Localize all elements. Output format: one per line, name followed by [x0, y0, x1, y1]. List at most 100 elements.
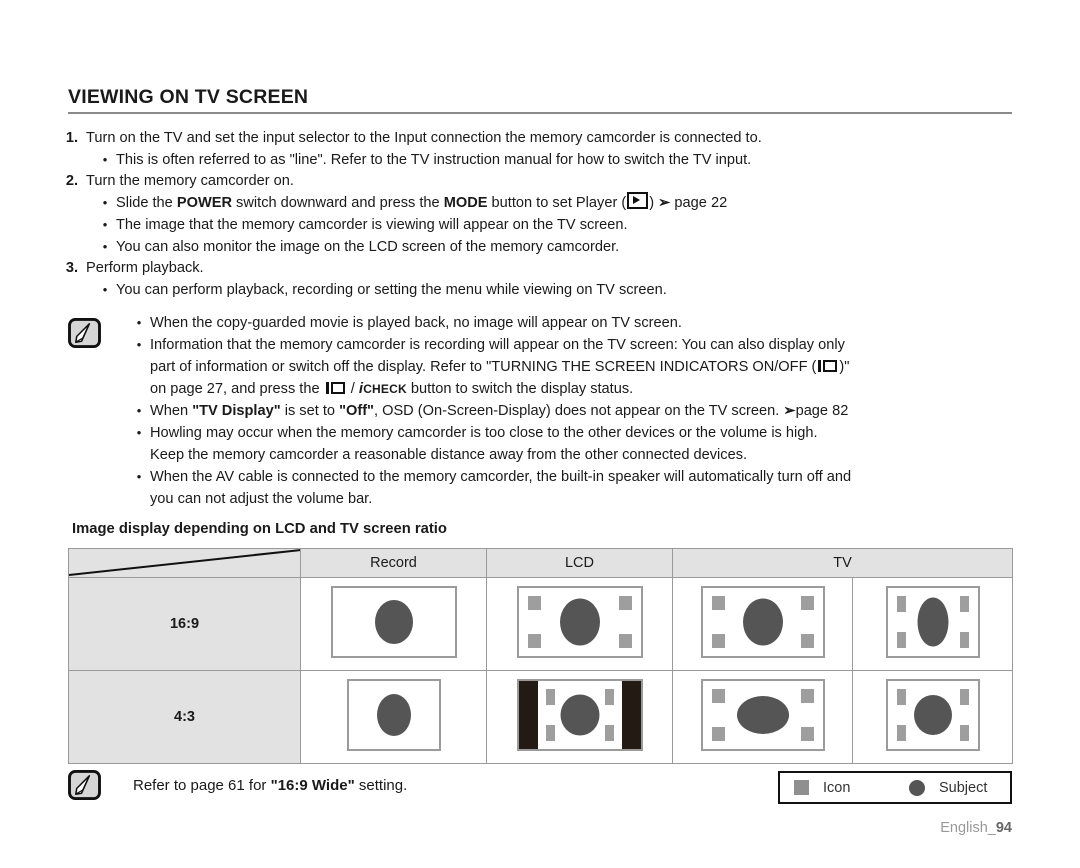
icon-marker: [800, 595, 814, 610]
icon-marker: [527, 633, 541, 648]
sub-text: This is often referred to as "line". Ref…: [116, 152, 752, 168]
note-text: When "TV Display" is set to "Off", OSD (…: [150, 400, 1020, 422]
note-text-part1: Information that the memory camcorder is…: [150, 337, 845, 353]
sub-item: • The image that the memory camcorder is…: [94, 214, 1020, 236]
row-label-16-9: 16:9: [68, 577, 301, 671]
note-text-line1: When the AV cable is connected to the me…: [150, 469, 852, 485]
page-reference: page 82: [795, 403, 849, 419]
icon-marker: [959, 688, 969, 705]
table-heading: Image display depending on LCD and TV sc…: [72, 521, 447, 537]
pillarbox-bar-left: [518, 680, 538, 749]
subject-shape: [374, 599, 413, 644]
off-keyword: "Off": [339, 403, 374, 419]
sub-text-post: button to set Player (: [487, 195, 627, 211]
note-text-part3-post: button to switch the display status.: [406, 381, 634, 397]
screen-ratio-table: Record LCD TV 16:9 4:3: [68, 548, 1013, 764]
note-item: • Howling may occur when the memory camc…: [128, 422, 1020, 466]
note-text-part2-post: )": [839, 359, 850, 375]
subject-shape: [559, 598, 600, 645]
cell-lcd-4-3: [486, 670, 673, 764]
note-pencil-icon: [68, 770, 101, 800]
subject-swatch-icon: [909, 779, 925, 796]
step-number: 3.: [65, 260, 78, 276]
icon-marker: [604, 688, 614, 705]
note-text-part2-pre: part of information or switch off the di…: [150, 359, 817, 375]
tv-wide-screen-4-3: [700, 678, 825, 751]
page-ref-arrow-icon: ➢: [783, 403, 796, 419]
step-text: Turn the memory camcorder on.: [86, 173, 294, 189]
wide-setting-keyword: "16:9 Wide": [270, 776, 355, 794]
icon-marker: [896, 631, 906, 648]
page-footer-value: 94: [995, 820, 1012, 836]
diagonal-divider-icon: [69, 549, 300, 576]
icon-marker: [545, 724, 555, 741]
bullet-glyph: •: [102, 152, 108, 167]
cell-tv-4-3-wide: [672, 670, 853, 764]
bullet-glyph: •: [102, 239, 108, 254]
icon-marker: [896, 724, 906, 741]
step-item: 2. Turn the memory camcorder on.: [60, 171, 1020, 192]
table-header-row: Record LCD TV: [68, 548, 1013, 578]
column-header-tv: TV: [672, 548, 1013, 578]
page-footer-number: English_94: [940, 820, 1012, 836]
note-text-post: , OSD (On-Screen-Display) does not appea…: [373, 403, 784, 419]
icon-marker: [800, 633, 814, 648]
bullet-glyph: •: [136, 315, 142, 330]
screen-indicator-icon: [325, 382, 345, 394]
sub-text: Slide the POWER switch downward and pres…: [116, 192, 1020, 214]
legend-item-subject: Subject: [895, 779, 1010, 796]
icon-marker-swatch-icon: [794, 780, 809, 795]
sub-text: You can also monitor the image on the LC…: [116, 239, 620, 255]
icon-marker: [618, 633, 632, 648]
record-screen-4-3: [346, 678, 441, 751]
note-text-part3-mid: /: [346, 381, 359, 397]
note-block: • When the copy-guarded movie is played …: [60, 312, 1020, 510]
play-mode-icon: [627, 192, 649, 209]
icon-marker: [959, 724, 969, 741]
cell-tv-4-3-normal: [852, 670, 1013, 764]
tv-wide-screen-16-9: [700, 585, 825, 658]
note-item: • When "TV Display" is set to "Off", OSD…: [128, 400, 1020, 422]
icon-marker: [896, 595, 906, 612]
manual-page: VIEWING ON TV SCREEN 1. Turn on the TV a…: [0, 0, 1080, 868]
icon-marker: [527, 595, 541, 610]
table-row: 16:9: [68, 577, 1013, 671]
icheck-button-label: iCHECK: [359, 380, 407, 397]
subject-shape: [917, 597, 948, 646]
screen-indicator-icon: [818, 360, 838, 372]
icon-marker: [800, 688, 814, 703]
note-text: When the AV cable is connected to the me…: [150, 466, 1020, 510]
sub-item: • Slide the POWER switch downward and pr…: [94, 192, 1020, 214]
step-item: 1. Turn on the TV and set the input sele…: [60, 128, 1020, 149]
step-number: 2.: [65, 173, 78, 189]
note-item: • When the AV cable is connected to the …: [128, 466, 1020, 510]
step-text: Perform playback.: [86, 260, 204, 276]
icon-marker: [711, 688, 725, 703]
bullet-glyph: •: [102, 282, 108, 297]
legend-label-icon: Icon: [823, 779, 851, 796]
icon-marker: [896, 688, 906, 705]
note-text: Information that the memory camcorder is…: [150, 334, 1020, 400]
step-number: 1.: [65, 130, 78, 146]
pillarbox-bar-right: [621, 680, 641, 749]
note-text-line1: Howling may occur when the memory camcor…: [150, 425, 818, 441]
subject-shape: [742, 598, 783, 645]
note-text: Howling may occur when the memory camcor…: [150, 422, 1020, 466]
cell-record-16-9: [300, 577, 487, 671]
icon-marker: [711, 726, 725, 741]
icon-marker: [711, 633, 725, 648]
column-header-record: Record: [300, 548, 487, 578]
bullet-glyph: •: [136, 403, 142, 418]
icon-marker: [604, 724, 614, 741]
note-text-line2: you can not adjust the volume bar.: [150, 491, 373, 507]
bullet-glyph: •: [102, 217, 108, 232]
sub-item: • You can perform playback, recording or…: [94, 279, 1020, 301]
footer-note-post: setting.: [354, 776, 408, 794]
legend-item-icon: Icon: [780, 780, 895, 796]
lcd-screen-4-3: [516, 678, 643, 751]
page-ref-arrow-icon: ➢: [658, 195, 671, 211]
sub-item: • This is often referred to as "line". R…: [94, 149, 1020, 171]
sub-item: • You can also monitor the image on the …: [94, 236, 1020, 258]
note-item: • When the copy-guarded movie is played …: [128, 312, 1020, 334]
page-title: VIEWING ON TV SCREEN: [68, 86, 309, 108]
